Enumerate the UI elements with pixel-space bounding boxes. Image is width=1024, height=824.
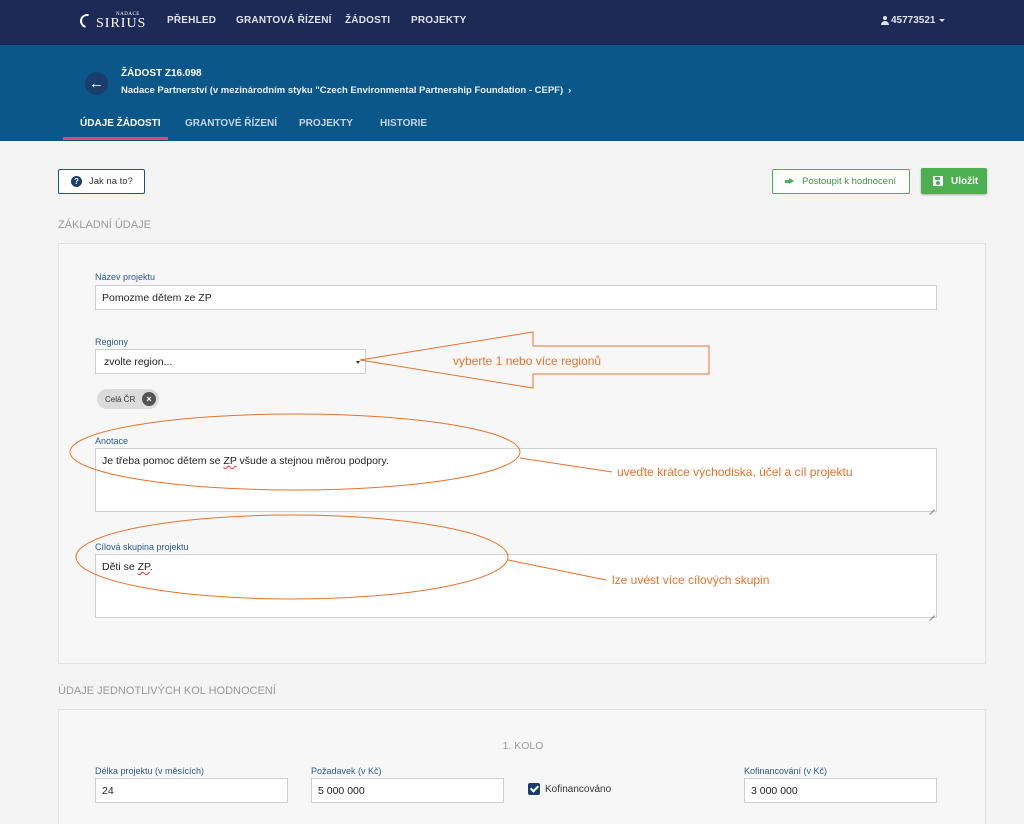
section-title-basic: ZÁKLADNÍ ÚDAJE xyxy=(58,219,151,231)
cofinanced-checkbox[interactable] xyxy=(528,783,540,795)
nav-item-grant-procedures[interactable]: GRANTOVÁ ŘÍZENÍ xyxy=(236,15,332,26)
caret-down-icon xyxy=(938,19,945,22)
region-chip: Celá ČR × xyxy=(97,389,159,409)
nav-item-overview[interactable]: PŘEHLED xyxy=(167,15,216,26)
annotation-label: Anotace xyxy=(95,436,129,446)
cofinancing-input[interactable]: 3 000 000 xyxy=(744,778,937,803)
nav-item-requests[interactable]: ŽÁDOSTI xyxy=(345,15,390,26)
request-header: ← ŽÁDOST Z16.098 Nadace Partnerství (v m… xyxy=(0,45,1024,141)
help-button[interactable]: ? Jak na to? xyxy=(58,169,145,194)
back-button[interactable]: ← xyxy=(85,72,108,95)
target-group-callout-text: lze uvést více cílových skupin xyxy=(612,573,770,587)
request-id: ŽÁDOST Z16.098 xyxy=(121,68,202,79)
project-name-input[interactable]: Pomozme dětem ze ZP xyxy=(95,285,937,310)
regions-callout-text: vyberte 1 nebo více regionů xyxy=(453,354,602,368)
annotation-text-abbr: ZP xyxy=(223,455,237,467)
project-name-label: Název projektu xyxy=(95,272,156,282)
annotation-text-2: všude a stejnou měrou podpory. xyxy=(236,455,389,467)
target-group-text-abbr: ZP xyxy=(137,561,150,573)
target-group-text-1: Děti se xyxy=(102,561,138,573)
organization-name: Nadace Partnerství (v mezinárodním styku… xyxy=(121,85,564,96)
annotation-textarea[interactable]: Je třeba pomoc dětem se ZP všude a stejn… xyxy=(95,448,937,512)
logo-big-text: SIRIUS xyxy=(96,16,147,31)
tab-grant-procedure[interactable]: GRANTOVÉ ŘÍZENÍ xyxy=(185,118,277,129)
user-id: 45773521 xyxy=(891,15,936,26)
section-title-rounds: ÚDAJE JEDNOTLIVÝCH KOL HODNOCENÍ xyxy=(58,685,276,697)
dropdown-arrow-icon xyxy=(356,361,360,364)
top-navbar: NADACE SIRIUS PŘEHLED GRANTOVÁ ŘÍZENÍ ŽÁ… xyxy=(0,0,1024,45)
arrow-right-icon xyxy=(785,178,794,185)
annotation-text-1: Je třeba pomoc dětem se xyxy=(102,455,224,467)
remove-chip-icon[interactable]: × xyxy=(142,392,156,406)
duration-input[interactable]: 24 xyxy=(95,778,288,803)
advance-to-evaluation-button[interactable]: Postoupit k hodnocení xyxy=(772,169,910,194)
logo[interactable]: NADACE SIRIUS xyxy=(77,11,147,31)
tab-history[interactable]: HISTORIE xyxy=(380,118,427,129)
tab-request-data[interactable]: ÚDAJE ŽÁDOSTI xyxy=(80,118,161,129)
resize-handle-icon[interactable] xyxy=(928,503,935,510)
tab-projects[interactable]: PROJEKTY xyxy=(299,118,353,129)
regions-select-placeholder: zvolte region... xyxy=(104,356,173,368)
logo-swirl-icon xyxy=(77,11,97,31)
organization-link[interactable]: Nadace Partnerství (v mezinárodním styku… xyxy=(121,85,571,96)
annotation-callout-text: uveďte krátce východiska, účel a cíl pro… xyxy=(617,465,853,479)
request-amount-input[interactable]: 5 000 000 xyxy=(311,778,504,803)
region-chip-label: Celá ČR xyxy=(105,394,136,404)
target-group-text-2: . xyxy=(149,561,153,573)
advance-button-label: Postoupit k hodnocení xyxy=(802,176,897,187)
chevron-right-icon: › xyxy=(568,85,572,96)
save-button[interactable]: Uložit xyxy=(921,168,987,194)
cofinancing-label: Kofinancování (v Kč) xyxy=(744,766,828,776)
arrow-left-icon: ← xyxy=(89,75,104,92)
active-tab-indicator xyxy=(63,137,168,140)
request-amount-label: Požadavek (v Kč) xyxy=(311,766,382,776)
nav-item-projects[interactable]: PROJEKTY xyxy=(411,15,467,26)
help-button-label: Jak na to? xyxy=(89,176,133,187)
user-icon xyxy=(881,16,889,25)
resize-handle-icon[interactable] xyxy=(928,609,935,616)
save-button-label: Uložit xyxy=(951,175,979,187)
floppy-disk-icon xyxy=(933,176,943,186)
regions-select[interactable]: zvolte region... xyxy=(95,349,366,374)
user-menu[interactable]: 45773521 xyxy=(881,15,945,26)
round-title: 1. KOLO xyxy=(502,740,544,752)
target-group-textarea[interactable]: Děti se ZP. xyxy=(95,554,937,618)
target-group-label: Cílová skupina projektu xyxy=(95,542,189,552)
question-icon: ? xyxy=(71,176,82,187)
duration-label: Délka projektu (v měsících) xyxy=(95,766,205,776)
regions-label: Regiony xyxy=(95,337,129,347)
cofinanced-label: Kofinancováno xyxy=(545,784,612,795)
